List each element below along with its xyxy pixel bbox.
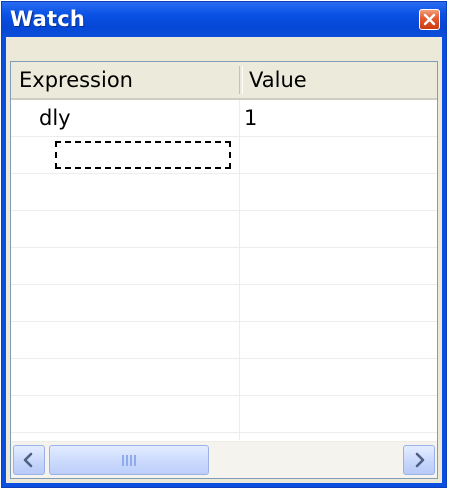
chevron-left-icon [23, 452, 33, 468]
scroll-left-button[interactable] [13, 445, 45, 475]
title-bar[interactable]: Watch [2, 2, 446, 37]
scroll-thumb[interactable] [49, 445, 209, 475]
table-row[interactable] [11, 322, 437, 359]
close-icon [423, 13, 436, 26]
scroll-right-button[interactable] [403, 445, 435, 475]
table-row[interactable] [11, 359, 437, 396]
grip-icon [122, 455, 136, 466]
window-title: Watch [10, 7, 86, 31]
column-header-expression[interactable]: Expression [11, 62, 241, 98]
value-cell[interactable]: 1 [244, 100, 257, 136]
watch-window: Watch Expression Value dly 1 [1, 1, 447, 488]
table-row[interactable] [11, 396, 437, 433]
table-row[interactable]: dly 1 [11, 100, 437, 137]
new-expression-edit-box[interactable] [55, 141, 231, 169]
window-client-area: Expression Value dly 1 [6, 37, 442, 483]
horizontal-scrollbar[interactable] [11, 441, 437, 478]
column-header-row: Expression Value [11, 62, 437, 100]
expression-cell[interactable]: dly [39, 100, 71, 136]
watch-grid: Expression Value dly 1 [10, 61, 438, 479]
table-row[interactable] [11, 211, 437, 248]
table-row[interactable] [11, 174, 437, 211]
close-button[interactable] [419, 9, 440, 30]
watch-rows: dly 1 [11, 100, 437, 433]
chevron-right-icon [415, 452, 425, 468]
table-row[interactable] [11, 285, 437, 322]
table-row[interactable] [11, 137, 437, 174]
column-header-value[interactable]: Value [241, 62, 437, 98]
table-row[interactable] [11, 248, 437, 285]
